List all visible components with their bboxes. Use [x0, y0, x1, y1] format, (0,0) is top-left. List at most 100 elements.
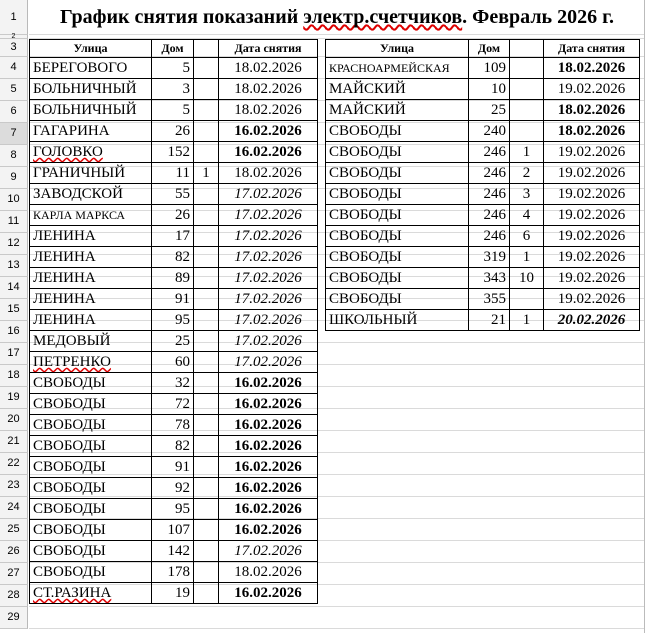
cell-date[interactable]: 18.02.2026: [218, 162, 318, 184]
cell-house[interactable]: 246: [468, 162, 510, 184]
cell-extra[interactable]: [193, 582, 219, 604]
cell-extra[interactable]: 4: [509, 204, 544, 226]
cell-house[interactable]: 343: [468, 267, 510, 289]
row-header[interactable]: 10: [0, 189, 28, 211]
cell-house[interactable]: 78: [151, 414, 194, 436]
cell-extra[interactable]: [193, 183, 219, 205]
row-header[interactable]: 25: [0, 519, 28, 541]
cell-extra[interactable]: [193, 372, 219, 394]
row-header[interactable]: 6: [0, 101, 28, 123]
row-header[interactable]: 20: [0, 409, 28, 431]
cell-extra[interactable]: [193, 498, 219, 520]
cell-date[interactable]: 17.02.2026: [218, 330, 318, 352]
cell-date[interactable]: 19.02.2026: [543, 78, 640, 100]
cell-date[interactable]: 16.02.2026: [218, 477, 318, 499]
cell-house[interactable]: 5: [151, 57, 194, 79]
cell-house[interactable]: 246: [468, 183, 510, 205]
cell-street[interactable]: СВОБОДЫ: [325, 288, 469, 310]
cell-date[interactable]: 19.02.2026: [543, 183, 640, 205]
cell-house[interactable]: 17: [151, 225, 194, 247]
cell-extra[interactable]: 2: [509, 162, 544, 184]
cell-house[interactable]: 246: [468, 141, 510, 163]
cell-house[interactable]: 95: [151, 498, 194, 520]
cell-street[interactable]: СВОБОДЫ: [29, 372, 152, 394]
cell-extra[interactable]: [193, 393, 219, 415]
cell-house[interactable]: 152: [151, 141, 194, 163]
cell-house[interactable]: 95: [151, 309, 194, 331]
cell-extra[interactable]: 1: [509, 246, 544, 268]
cell-date[interactable]: 16.02.2026: [218, 393, 318, 415]
cell-house[interactable]: 10: [468, 78, 510, 100]
header-house[interactable]: Дом: [468, 39, 510, 58]
cell-house[interactable]: 142: [151, 540, 194, 562]
cell-street[interactable]: ШКОЛЬНЫЙ: [325, 309, 469, 331]
cell-house[interactable]: 5: [151, 99, 194, 121]
cell-street[interactable]: СВОБОДЫ: [325, 162, 469, 184]
cell-street[interactable]: СВОБОДЫ: [325, 225, 469, 247]
cell-date[interactable]: 16.02.2026: [218, 456, 318, 478]
row-header[interactable]: 11: [0, 211, 28, 233]
cell-house[interactable]: 355: [468, 288, 510, 310]
cell-extra[interactable]: 10: [509, 267, 544, 289]
cell-house[interactable]: 19: [151, 582, 194, 604]
cell-date[interactable]: 18.02.2026: [543, 99, 640, 121]
sheet-title[interactable]: График снятия показаний электр.счетчиков…: [29, 0, 645, 35]
cell-house[interactable]: 82: [151, 246, 194, 268]
cell-street[interactable]: СВОБОДЫ: [29, 561, 152, 583]
cell-date[interactable]: 18.02.2026: [543, 57, 640, 79]
cell-extra[interactable]: 6: [509, 225, 544, 247]
row-header[interactable]: 23: [0, 475, 28, 497]
cell-street[interactable]: СВОБОДЫ: [29, 519, 152, 541]
cell-date[interactable]: 17.02.2026: [218, 246, 318, 268]
cell-extra[interactable]: [509, 57, 544, 79]
cell-house[interactable]: 92: [151, 477, 194, 499]
cell-street[interactable]: МЕДОВЫЙ: [29, 330, 152, 352]
cell-date[interactable]: 17.02.2026: [218, 183, 318, 205]
row-header[interactable]: 9: [0, 167, 28, 189]
cell-extra[interactable]: [193, 309, 219, 331]
header-house[interactable]: Дом: [151, 39, 194, 58]
row-header[interactable]: 5: [0, 79, 28, 101]
row-header[interactable]: 3: [0, 39, 28, 57]
cell-house[interactable]: 26: [151, 204, 194, 226]
cell-extra[interactable]: [193, 225, 219, 247]
cell-house[interactable]: 55: [151, 183, 194, 205]
cell-street[interactable]: ЛЕНИНА: [29, 225, 152, 247]
cell-house[interactable]: 32: [151, 372, 194, 394]
cell-extra[interactable]: [193, 246, 219, 268]
cell-street[interactable]: ЛЕНИНА: [29, 246, 152, 268]
cell-street[interactable]: КРАСНОАРМЕЙСКАЯ: [325, 57, 469, 79]
cell-house[interactable]: 25: [468, 99, 510, 121]
cell-extra[interactable]: 1: [509, 309, 544, 331]
row-header[interactable]: 19: [0, 387, 28, 409]
row-header[interactable]: 26: [0, 541, 28, 563]
cell-date[interactable]: 19.02.2026: [543, 288, 640, 310]
row-header[interactable]: 17: [0, 343, 28, 365]
cell-date[interactable]: 19.02.2026: [543, 225, 640, 247]
cell-extra[interactable]: [193, 435, 219, 457]
cell-street[interactable]: СВОБОДЫ: [29, 393, 152, 415]
cell-extra[interactable]: [193, 78, 219, 100]
cell-extra[interactable]: [193, 351, 219, 373]
cell-date[interactable]: 16.02.2026: [218, 519, 318, 541]
cell-house[interactable]: 319: [468, 246, 510, 268]
cell-date[interactable]: 18.02.2026: [218, 57, 318, 79]
cell-date[interactable]: 16.02.2026: [218, 435, 318, 457]
cell-date[interactable]: 19.02.2026: [543, 267, 640, 289]
row-header[interactable]: 15: [0, 299, 28, 321]
row-header[interactable]: 1: [0, 0, 28, 35]
cell-extra[interactable]: [509, 288, 544, 310]
cell-street[interactable]: ЗАВОДСКОЙ: [29, 183, 152, 205]
row-header[interactable]: 13: [0, 255, 28, 277]
cell-street[interactable]: КАРЛА МАРКСА: [29, 204, 152, 226]
cell-date[interactable]: 19.02.2026: [543, 141, 640, 163]
header-date[interactable]: Дата снятия: [218, 39, 318, 58]
cell-date[interactable]: 18.02.2026: [218, 561, 318, 583]
cell-street[interactable]: ГОЛОВКО: [29, 141, 152, 163]
cell-date[interactable]: 17.02.2026: [218, 267, 318, 289]
cell-street[interactable]: ЛЕНИНА: [29, 288, 152, 310]
cell-extra[interactable]: [193, 267, 219, 289]
row-header[interactable]: 27: [0, 563, 28, 585]
cell-extra[interactable]: [193, 57, 219, 79]
row-header[interactable]: 12: [0, 233, 28, 255]
